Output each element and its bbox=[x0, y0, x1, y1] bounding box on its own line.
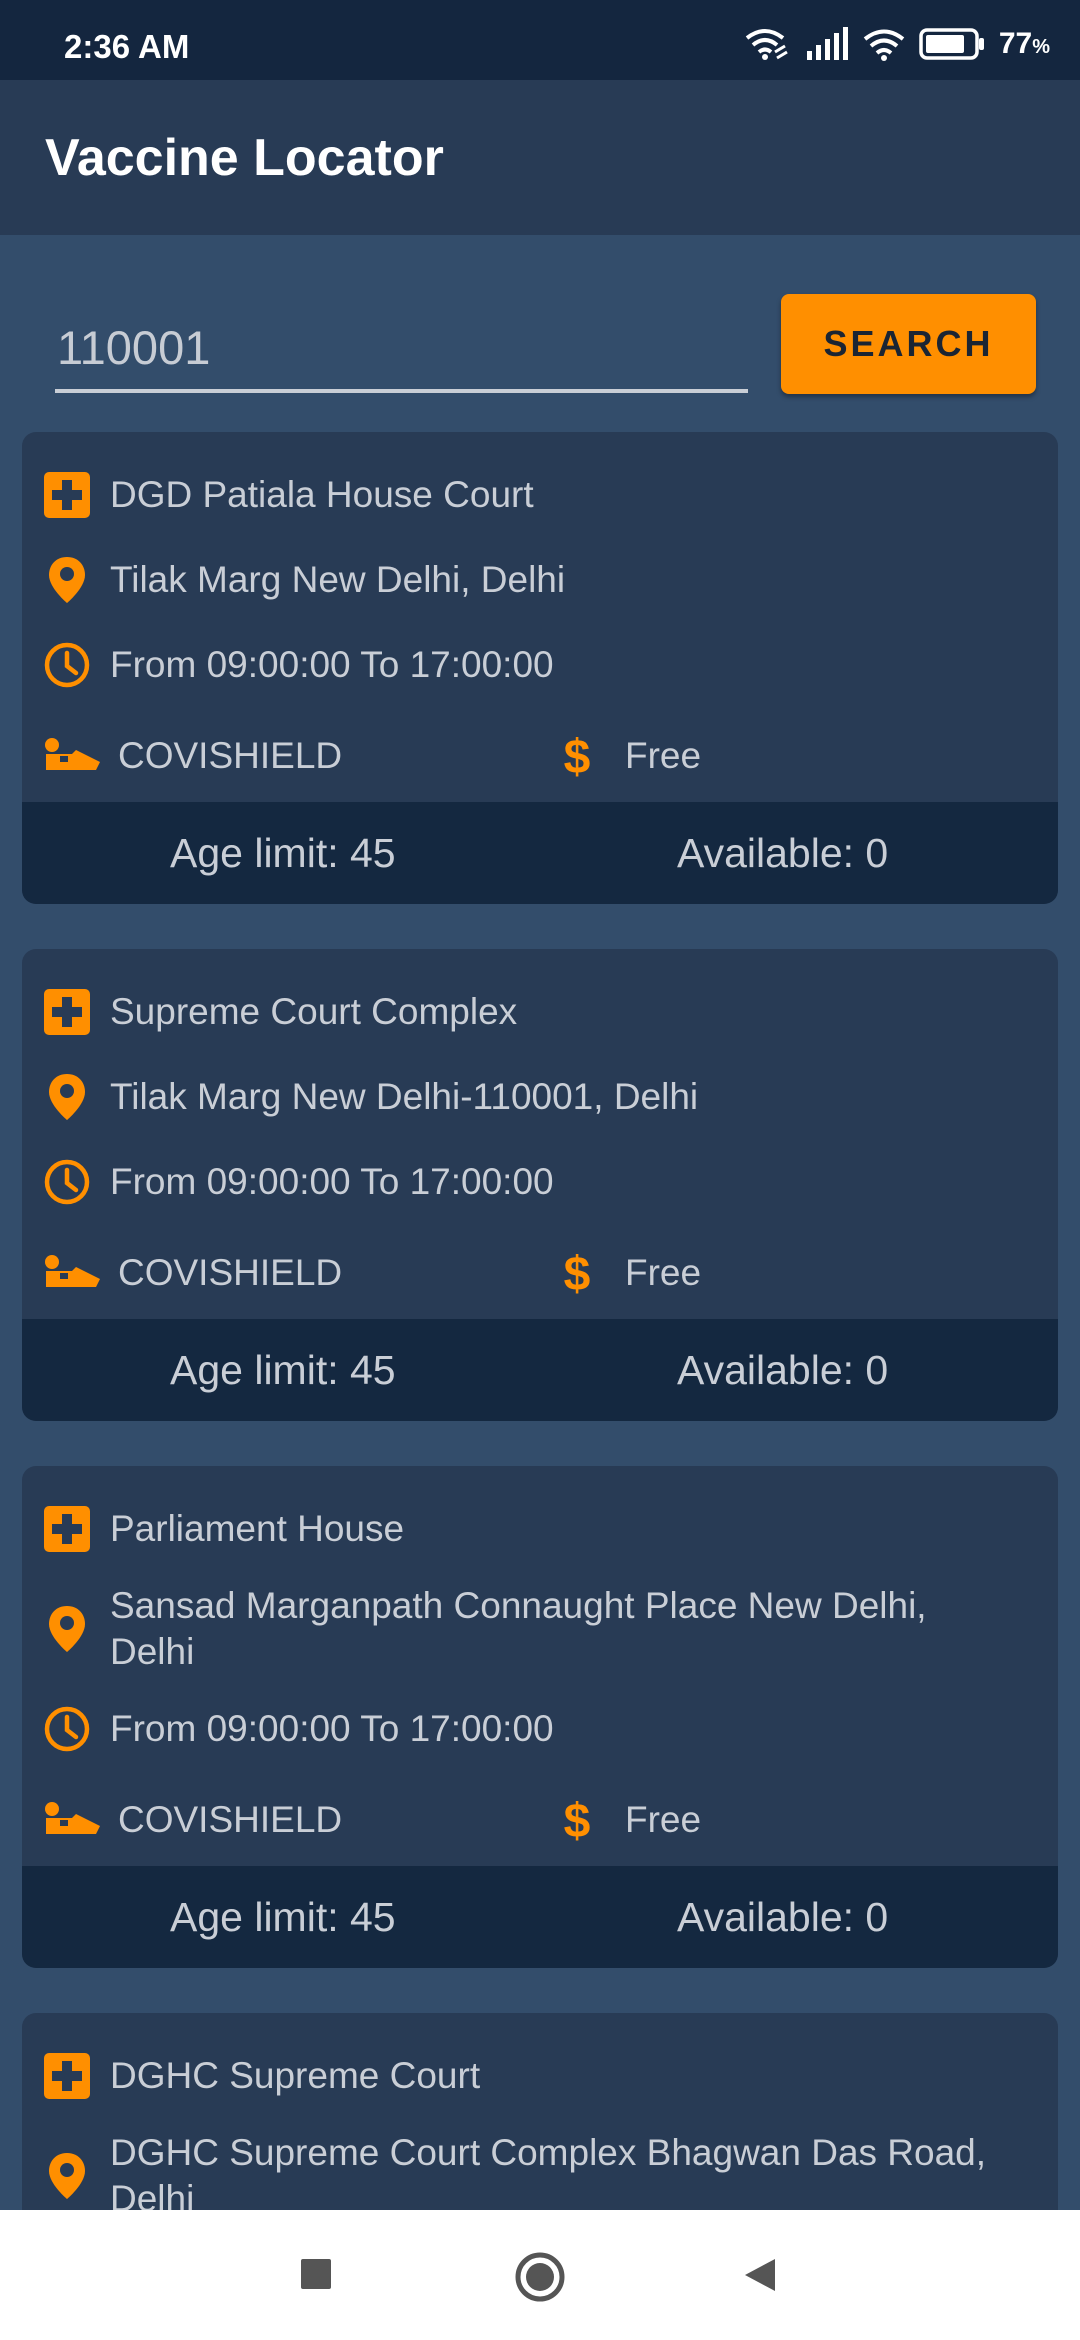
center-address: Tilak Marg New Delhi-110001, Delhi bbox=[110, 1076, 699, 1117]
hospital-icon bbox=[42, 1504, 92, 1554]
hospital-icon bbox=[42, 987, 92, 1037]
injection-icon bbox=[42, 731, 102, 781]
back-button[interactable] bbox=[742, 2256, 778, 2294]
available-count: Available: 0 bbox=[677, 1346, 889, 1393]
center-address: Tilak Marg New Delhi, Delhi bbox=[110, 559, 566, 600]
center-card[interactable]: DGD Patiala House Court Tilak Marg New D… bbox=[22, 432, 1058, 904]
dollar-icon bbox=[557, 731, 597, 781]
location-pin-icon bbox=[42, 1072, 92, 1122]
center-name: DGHC Supreme Court bbox=[110, 2055, 481, 2096]
search-input[interactable] bbox=[55, 305, 748, 393]
center-address: DGHC Supreme Court Complex Bhagwan Das R… bbox=[110, 2132, 987, 2210]
battery-icon bbox=[919, 28, 984, 60]
fee-type: Free bbox=[625, 1799, 702, 1840]
center-card[interactable]: Parliament House Sansad Marganpath Conna… bbox=[22, 1466, 1058, 1968]
search-button[interactable]: SEARCH bbox=[781, 294, 1036, 394]
clock-icon bbox=[42, 640, 92, 690]
center-name: DGD Patiala House Court bbox=[110, 474, 534, 515]
hospital-icon bbox=[42, 2051, 92, 2101]
available-count: Available: 0 bbox=[677, 1893, 889, 1940]
center-address: Sansad Marganpath Connaught Place New De… bbox=[110, 1585, 927, 1672]
vaccine-name: COVISHIELD bbox=[118, 1252, 343, 1293]
injection-icon bbox=[42, 1795, 102, 1845]
center-hours: From 09:00:00 To 17:00:00 bbox=[110, 1161, 554, 1202]
status-bar: 2:36 AM 77% bbox=[0, 0, 1080, 80]
center-name: Supreme Court Complex bbox=[110, 991, 518, 1032]
home-button[interactable] bbox=[513, 2250, 567, 2304]
location-pin-icon bbox=[42, 1604, 92, 1654]
clock-icon bbox=[42, 1157, 92, 1207]
page-title: Vaccine Locator bbox=[45, 129, 444, 187]
center-name: Parliament House bbox=[110, 1508, 405, 1549]
center-card[interactable]: DGHC Supreme Court DGHC Supreme Court Co… bbox=[22, 2013, 1058, 2210]
injection-icon bbox=[42, 1248, 102, 1298]
battery-percent: 77% bbox=[998, 27, 1050, 60]
center-hours: From 09:00:00 To 17:00:00 bbox=[110, 644, 554, 685]
age-limit: Age limit: 45 bbox=[170, 1893, 396, 1940]
dollar-icon bbox=[557, 1248, 597, 1298]
card-footer: Age limit: 45 Available: 0 bbox=[22, 802, 1058, 904]
search-row: SEARCH bbox=[0, 235, 1080, 435]
dollar-icon bbox=[557, 1795, 597, 1845]
card-footer: Age limit: 45 Available: 0 bbox=[22, 1866, 1058, 1968]
fee-type: Free bbox=[625, 735, 702, 776]
hospital-icon bbox=[42, 470, 92, 520]
status-time: 2:36 AM bbox=[64, 28, 190, 65]
navigation-bar bbox=[0, 2210, 1080, 2340]
wifi-link-icon bbox=[745, 29, 788, 60]
wifi-icon bbox=[863, 29, 905, 61]
clock-icon bbox=[42, 1704, 92, 1754]
location-pin-icon bbox=[42, 555, 92, 605]
available-count: Available: 0 bbox=[677, 829, 889, 876]
fee-type: Free bbox=[625, 1252, 702, 1293]
location-pin-icon bbox=[42, 2151, 92, 2201]
status-icons: 77% bbox=[743, 26, 1050, 62]
card-footer: Age limit: 45 Available: 0 bbox=[22, 1319, 1058, 1421]
vaccine-name: COVISHIELD bbox=[118, 735, 343, 776]
age-limit: Age limit: 45 bbox=[170, 1346, 396, 1393]
app-bar: Vaccine Locator bbox=[0, 80, 1080, 235]
center-hours: From 09:00:00 To 17:00:00 bbox=[110, 1708, 554, 1749]
vaccine-name: COVISHIELD bbox=[118, 1799, 343, 1840]
recents-button[interactable] bbox=[298, 2256, 334, 2292]
signal-icon bbox=[806, 27, 848, 60]
age-limit: Age limit: 45 bbox=[170, 829, 396, 876]
center-card[interactable]: Supreme Court Complex Tilak Marg New Del… bbox=[22, 949, 1058, 1421]
center-list[interactable]: DGD Patiala House Court Tilak Marg New D… bbox=[0, 432, 1080, 2210]
